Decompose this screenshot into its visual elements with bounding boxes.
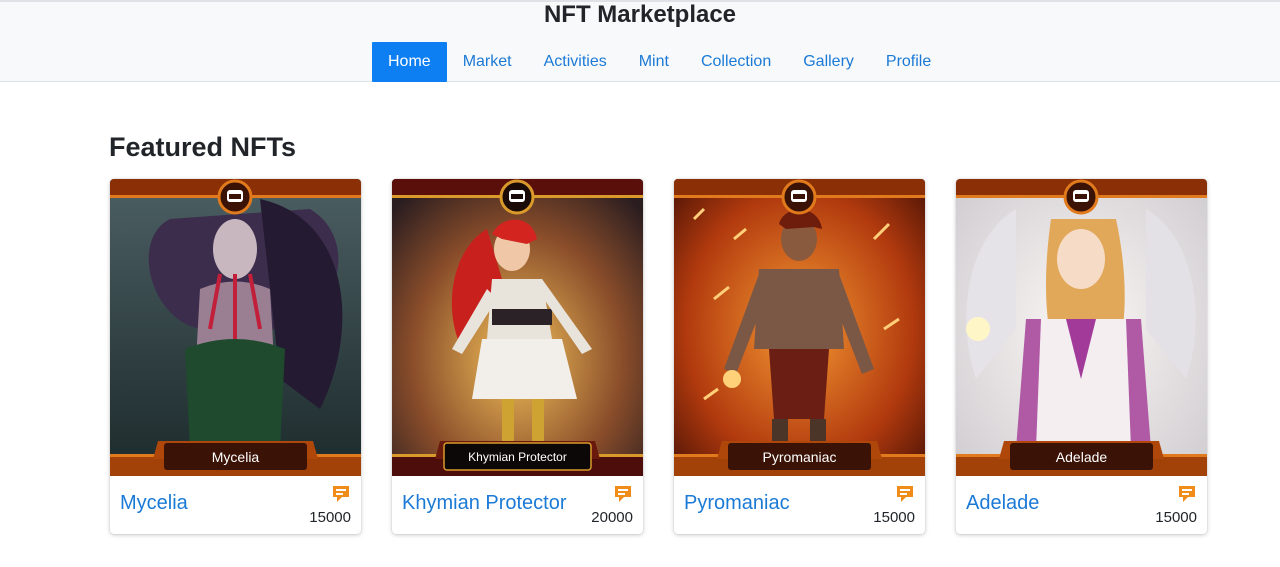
site-title: NFT Marketplace xyxy=(543,1,737,28)
pyromaniac-artwork xyxy=(674,179,925,476)
chat-bubble-icon xyxy=(1179,486,1195,502)
card-title-link[interactable]: Mycelia xyxy=(120,492,188,515)
main-nav: Home Market Activities Mint Collection G… xyxy=(372,42,947,82)
adelade-artwork xyxy=(956,179,1207,476)
card-title-link[interactable]: Pyromaniac xyxy=(684,492,790,515)
nav-mint[interactable]: Mint xyxy=(623,42,685,82)
card-title-link[interactable]: Adelade xyxy=(966,492,1039,515)
card-title-link[interactable]: Khymian Protector xyxy=(402,492,567,515)
nft-card-art[interactable]: Mycelia xyxy=(110,179,361,476)
nav-gallery[interactable]: Gallery xyxy=(787,42,870,82)
nav-home[interactable]: Home xyxy=(372,42,447,82)
top-header: NFT Marketplace Home Market Activities M… xyxy=(0,0,1280,82)
chat-bubble-icon xyxy=(333,486,349,502)
card-name-plate: Khymian Protector xyxy=(468,450,567,464)
mycelia-artwork xyxy=(110,179,361,476)
card-price: 15000 xyxy=(873,509,915,526)
card-name-plate: Mycelia xyxy=(211,449,260,465)
nft-card-khymian-protector[interactable]: Khymian Protector Khymian Protector 2000… xyxy=(392,179,643,534)
nav-profile[interactable]: Profile xyxy=(870,42,947,82)
nav-market[interactable]: Market xyxy=(447,42,528,82)
nav-activities[interactable]: Activities xyxy=(528,42,623,82)
nft-card-art[interactable]: Adelade xyxy=(956,179,1207,476)
nft-card-art[interactable]: Pyromaniac xyxy=(674,179,925,476)
chat-bubble-icon xyxy=(897,486,913,502)
card-price: 15000 xyxy=(1155,509,1197,526)
khymian-protector-artwork xyxy=(392,179,643,476)
nft-card-pyromaniac[interactable]: Pyromaniac Pyromaniac 15000 xyxy=(674,179,925,534)
chat-bubble-icon xyxy=(615,486,631,502)
card-name-plate: Pyromaniac xyxy=(762,449,837,465)
nft-card-mycelia[interactable]: Mycelia Mycelia 15000 xyxy=(110,179,361,534)
nft-card-adelade[interactable]: Adelade Adelade 15000 xyxy=(956,179,1207,534)
card-price: 20000 xyxy=(591,509,633,526)
nav-collection[interactable]: Collection xyxy=(685,42,787,82)
card-price: 15000 xyxy=(309,509,351,526)
card-name-plate: Adelade xyxy=(1055,449,1108,465)
nft-card-art[interactable]: Khymian Protector xyxy=(392,179,643,476)
featured-heading: Featured NFTs xyxy=(109,132,297,162)
